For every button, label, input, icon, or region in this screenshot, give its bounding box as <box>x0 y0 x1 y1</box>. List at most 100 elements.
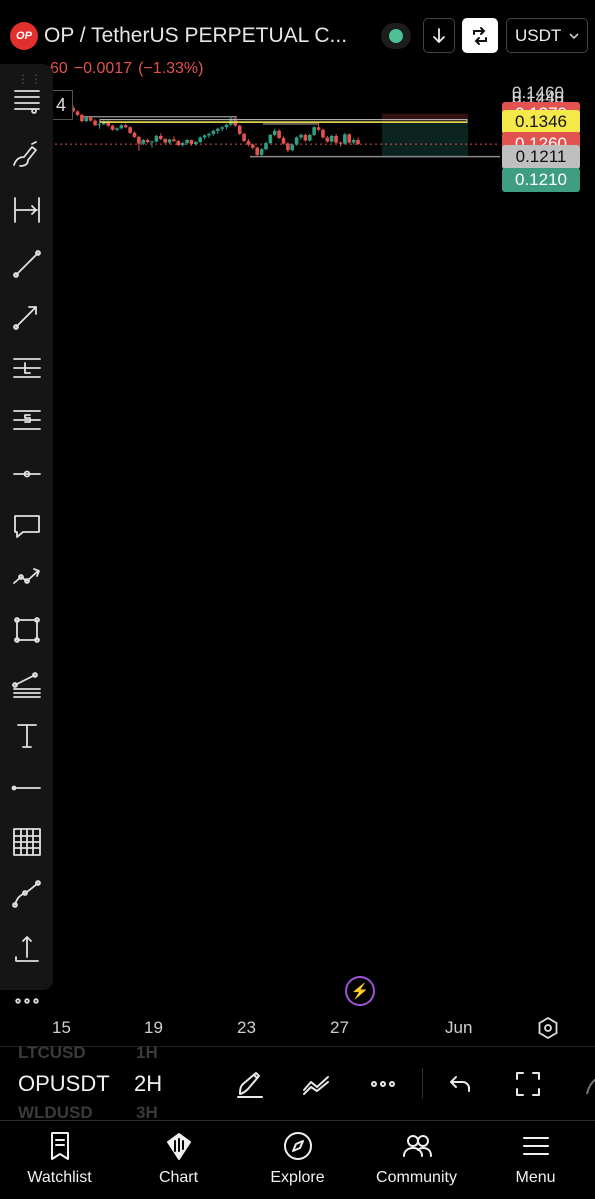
market-status-icon[interactable] <box>381 23 411 49</box>
candle-body <box>264 143 268 150</box>
short-position-icon[interactable] <box>6 401 48 439</box>
candle-body <box>259 149 264 155</box>
candle-body <box>167 139 172 143</box>
symbol-title[interactable]: OP / TetherUS PERPETUAL C... <box>44 24 364 48</box>
candle-body <box>255 147 260 155</box>
candle-body <box>237 125 242 134</box>
lightning-icon[interactable]: ⚡ <box>345 976 375 1006</box>
candle-body <box>343 134 347 144</box>
candle-body <box>347 134 352 143</box>
candle-body <box>281 137 286 144</box>
candle-body <box>321 129 325 138</box>
tab-community[interactable]: Community <box>357 1121 476 1199</box>
tab-menu[interactable]: Menu <box>476 1121 595 1199</box>
candle-body <box>84 117 89 122</box>
candle-body <box>202 135 207 138</box>
candlestick-chart[interactable] <box>0 64 595 1044</box>
symbol-selector[interactable]: OPUSDT <box>18 1071 118 1097</box>
candle-body <box>75 111 80 115</box>
date-tick-label: 23 <box>237 1018 256 1037</box>
fib-channel-icon[interactable] <box>6 665 48 703</box>
tab-explore[interactable]: Explore <box>238 1121 357 1199</box>
take-profit-zone <box>382 122 468 157</box>
fullscreen-icon[interactable] <box>508 1064 548 1104</box>
chart-settings-icon[interactable] <box>536 1016 560 1040</box>
currency-select[interactable]: USDT <box>506 18 588 53</box>
indicator-count-badge[interactable]: 4 <box>50 90 73 120</box>
trend-line-icon[interactable] <box>6 245 48 283</box>
currency-label: USDT <box>515 25 562 45</box>
candle-body <box>137 136 141 144</box>
more-horizontal-icon[interactable] <box>363 1064 403 1104</box>
community-icon <box>402 1135 432 1157</box>
chart-header: OP OP / TetherUS PERPETUAL C... USDT 60−… <box>0 0 595 77</box>
candle-body <box>299 134 303 138</box>
partial-icon <box>583 1072 595 1098</box>
candle-body <box>185 140 189 144</box>
candle-body <box>334 135 338 143</box>
candle-body <box>88 117 93 121</box>
candle-body <box>224 124 229 128</box>
price-tag: 0.1211 <box>502 144 580 169</box>
candle-body <box>172 139 176 142</box>
candle-body <box>329 135 334 142</box>
date-tick-label: 27 <box>330 1018 349 1037</box>
horizontal-line-icon[interactable] <box>6 769 48 807</box>
candle-body <box>351 140 356 143</box>
candle-body <box>338 142 343 144</box>
arrow-line-icon[interactable] <box>6 297 48 335</box>
long-position-icon[interactable] <box>6 349 48 387</box>
anchor-icon[interactable] <box>6 929 48 967</box>
op-logo: OP <box>10 22 38 50</box>
indicators-icon[interactable] <box>296 1064 336 1104</box>
text-icon[interactable] <box>6 717 48 755</box>
grid-icon[interactable] <box>6 823 48 861</box>
candle-body <box>180 143 185 146</box>
candle-body <box>141 140 146 144</box>
path-icon[interactable] <box>6 875 48 913</box>
arrow-down-icon[interactable] <box>423 18 455 53</box>
projection-icon[interactable] <box>6 559 48 597</box>
candle-body <box>246 141 251 145</box>
candle-body <box>307 134 312 141</box>
horizontal-ray-icon[interactable] <box>6 455 48 493</box>
bottom-tab-bar: Watchlist Chart Explore Community Menu <box>0 1120 595 1199</box>
candle-body <box>303 134 308 141</box>
tab-label: Explore <box>270 1169 325 1186</box>
brush-icon[interactable] <box>6 137 48 175</box>
price-tag: 0.1346 <box>502 110 580 135</box>
candle-body <box>80 114 84 122</box>
undo-icon[interactable] <box>441 1064 481 1104</box>
candle-body <box>268 134 273 144</box>
ghost-symbol: LTCUSD <box>18 1043 86 1062</box>
candle-body <box>145 140 150 143</box>
candle-body <box>325 137 330 142</box>
candle-body <box>242 133 246 142</box>
candle-body <box>150 141 154 143</box>
candle-body <box>189 140 194 145</box>
more-icon[interactable] <box>6 982 48 1020</box>
draw-pen-icon[interactable] <box>230 1064 270 1104</box>
candle-body <box>251 144 255 148</box>
candle-body <box>176 141 181 146</box>
candle-body <box>215 128 220 131</box>
tab-label: Menu <box>515 1169 556 1186</box>
comment-icon[interactable] <box>6 507 48 545</box>
measure-arrow-icon[interactable] <box>6 191 48 229</box>
price-chart[interactable] <box>0 64 595 1044</box>
tab-label: Watchlist <box>27 1169 92 1186</box>
interval-selector[interactable]: 2H <box>134 1071 163 1097</box>
swap-square-icon[interactable] <box>462 18 498 53</box>
date-tick-label: Jun <box>445 1018 473 1037</box>
rectangle-icon[interactable] <box>6 611 48 649</box>
candle-body <box>277 130 281 138</box>
candle-body <box>154 135 159 142</box>
tab-watchlist[interactable]: Watchlist <box>0 1121 119 1199</box>
chevron-down-icon <box>569 32 579 39</box>
tab-label: Community <box>376 1169 457 1186</box>
horizontal-lines-icon[interactable] <box>6 83 48 121</box>
candle-body <box>115 128 119 130</box>
candle-body <box>316 127 321 130</box>
tab-chart[interactable]: Chart <box>119 1121 238 1199</box>
candle-body <box>194 142 198 145</box>
